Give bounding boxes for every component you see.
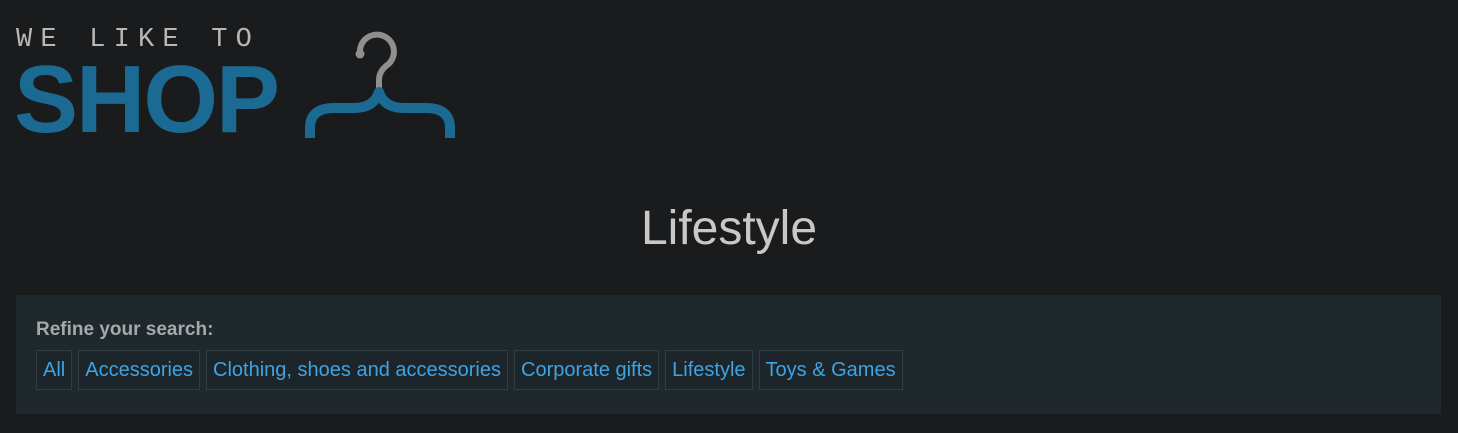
page: WE LIKE TO SHOP Lifestyle Refine your se… [0, 0, 1458, 433]
filter-clothing-shoes-accessories[interactable]: Clothing, shoes and accessories [206, 350, 508, 390]
hanger-icon [305, 31, 455, 138]
filter-all[interactable]: All [36, 350, 73, 390]
refine-search-label: Refine your search: [36, 319, 214, 340]
refine-search-panel: Refine your search: All Accessories Clot… [16, 295, 1441, 414]
filter-accessories[interactable]: Accessories [78, 350, 201, 390]
filter-lifestyle[interactable]: Lifestyle [665, 350, 753, 390]
logo-wordmark: SHOP [14, 46, 280, 153]
filter-toys-games[interactable]: Toys & Games [758, 350, 903, 390]
site-logo[interactable]: WE LIKE TO SHOP [14, 26, 456, 150]
filter-corporate-gifts[interactable]: Corporate gifts [514, 350, 660, 390]
category-filter-list: All Accessories Clothing, shoes and acce… [36, 350, 903, 390]
page-title: Lifestyle [640, 202, 818, 255]
